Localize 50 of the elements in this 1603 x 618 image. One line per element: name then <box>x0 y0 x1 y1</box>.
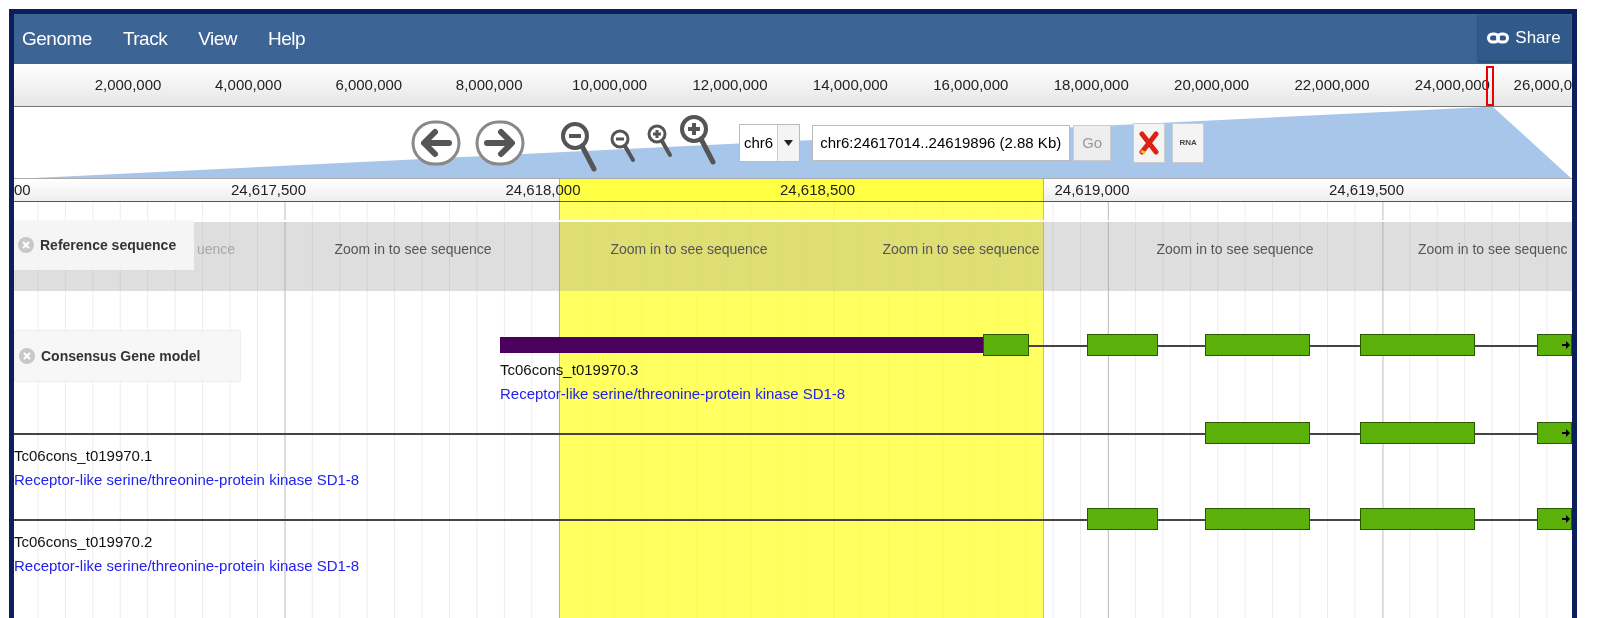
ruler-label: 2,000,000 <box>94 76 162 93</box>
feature-description: Receptor-like serine/threonine-protein kinase SD1-8 <box>14 470 360 490</box>
ruler-label: 26,000,0 <box>1513 76 1572 93</box>
sequence-message: Zoom in to see sequence <box>334 241 492 257</box>
ruler-label: 16,000,000 <box>933 76 1009 93</box>
exon-block[interactable] <box>1537 508 1572 530</box>
close-icon[interactable] <box>18 237 34 253</box>
menu-item[interactable]: Track <box>122 28 168 50</box>
ruler-label: 4,000,000 <box>215 76 282 93</box>
ruler-label: 10,000,000 <box>572 76 648 93</box>
feature-description: Receptor-like serine/threonine-protein kinase SD1-8 <box>14 556 360 576</box>
feature-name: Tc06cons_t019970.2 <box>14 532 154 552</box>
ruler-label: 24,619,500 <box>1328 181 1405 198</box>
track-label-text: Consensus Gene model <box>41 348 201 364</box>
ruler-label: 00 <box>14 181 31 198</box>
exon-block[interactable] <box>1537 334 1572 356</box>
track-label[interactable]: Consensus Gene model <box>14 330 241 382</box>
location-field[interactable]: chr6:24617014..24619896 (2.88 Kb) <box>812 124 1071 161</box>
track-label-text: Reference sequence <box>40 237 177 253</box>
menu-item[interactable]: Genome <box>22 28 92 50</box>
clear-highlight-button[interactable] <box>1133 122 1166 163</box>
sequence-message: Zoom in to see sequence <box>882 241 1040 257</box>
sequence-message: Zoom in to see sequence <box>610 241 768 257</box>
link-icon <box>1487 32 1510 44</box>
ruler-label: 14,000,000 <box>812 76 888 93</box>
close-icon[interactable] <box>19 348 35 364</box>
strand-arrow-icon <box>1562 341 1570 349</box>
menu-item[interactable]: View <box>198 28 237 50</box>
chromosome-select[interactable]: chr6 <box>739 123 801 162</box>
share-button[interactable]: Share <box>1478 15 1570 61</box>
ruler-label: 24,619,000 <box>1054 181 1130 198</box>
strand-arrow-icon <box>1562 515 1570 523</box>
ruler-label: 24,618,500 <box>779 181 856 198</box>
ruler-label: 6,000,000 <box>335 76 403 93</box>
clear-icon <box>1139 130 1160 155</box>
ruler-label: 20,000,000 <box>1174 76 1250 93</box>
ruler-label: 24,617,500 <box>230 181 307 198</box>
strand-arrow-icon <box>1562 429 1570 437</box>
ruler-label: 12,000,000 <box>692 76 768 93</box>
rna-button[interactable]: RNA <box>1172 122 1205 163</box>
dropdown-caret-icon <box>784 139 794 146</box>
sequence-message: Zoom in to see sequence <box>1156 241 1314 257</box>
track-label[interactable]: Reference sequence <box>14 220 194 270</box>
ruler-label: 8,000,000 <box>455 76 523 93</box>
feature-name: Tc06cons_t019970.1 <box>14 446 154 466</box>
sequence-message: Zoom in to see sequenc <box>1418 241 1568 257</box>
exon-block[interactable] <box>1537 422 1572 444</box>
menu-item[interactable]: Help <box>268 28 306 50</box>
ruler-label: 18,000,000 <box>1053 76 1129 93</box>
ruler-label: 22,000,000 <box>1294 76 1370 93</box>
